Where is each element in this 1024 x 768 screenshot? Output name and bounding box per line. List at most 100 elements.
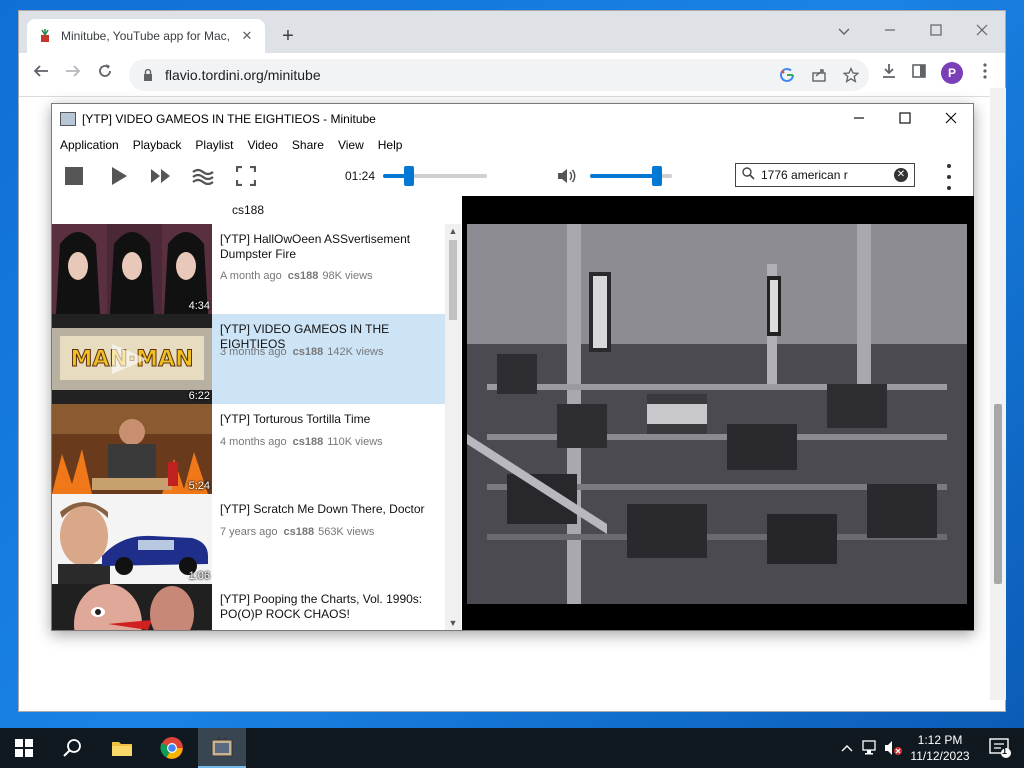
start-button[interactable] bbox=[0, 728, 48, 768]
menu-help[interactable]: Help bbox=[378, 134, 411, 156]
playlist-scrollbar-thumb[interactable] bbox=[449, 240, 457, 320]
menu-view[interactable]: View bbox=[338, 134, 372, 156]
seek-slider[interactable] bbox=[383, 166, 487, 186]
more-options-icon[interactable] bbox=[944, 164, 954, 190]
playlist-item[interactable]: [YTP] Pooping the Charts, Vol. 1990s: PO… bbox=[52, 584, 445, 630]
playlist-item[interactable]: 4:34 [YTP] HallOwOeen ASSvertisement Dum… bbox=[52, 224, 445, 314]
playlist-panel: cs188 4:34 [YTP] HallOwOeen ASSvertiseme… bbox=[52, 196, 462, 630]
clear-search-icon[interactable]: ✕ bbox=[894, 168, 908, 182]
menu-share[interactable]: Share bbox=[292, 134, 332, 156]
search-input[interactable]: 1776 american r bbox=[761, 168, 881, 182]
minitube-window: [YTP] VIDEO GAMEOS IN THE EIGHTIEOS - Mi… bbox=[51, 103, 974, 631]
seek-handle[interactable] bbox=[404, 166, 414, 186]
video-channel[interactable]: cs188 bbox=[283, 526, 314, 538]
share-icon[interactable] bbox=[809, 65, 829, 85]
clock-date: 11/12/2023 bbox=[910, 749, 970, 763]
show-hidden-icons-icon[interactable] bbox=[838, 728, 856, 768]
scroll-up-icon[interactable]: ▲ bbox=[445, 224, 461, 238]
video-meta: 7 years ago cs188 563K views bbox=[220, 526, 374, 538]
side-panel-icon[interactable] bbox=[905, 61, 933, 89]
video-channel[interactable]: cs188 bbox=[293, 436, 324, 448]
playlist-item-active[interactable]: MAN·MAN 6:22 [YTP] VIDEO GAMEOS IN THE E… bbox=[52, 314, 445, 404]
video-views: 563K views bbox=[318, 526, 375, 538]
minitube-maximize-button[interactable] bbox=[882, 106, 928, 132]
new-tab-button[interactable]: + bbox=[277, 25, 299, 47]
tab-close-icon[interactable]: ✕ bbox=[239, 28, 255, 44]
minimize-button[interactable] bbox=[867, 17, 913, 45]
elapsed-time: 01:24 bbox=[345, 169, 376, 183]
tab-strip: Minitube, YouTube app for Mac, Windows, … bbox=[19, 11, 1005, 53]
google-translate-icon[interactable] bbox=[777, 65, 797, 85]
chrome-menu-icon[interactable] bbox=[971, 61, 999, 89]
taskbar: 1:12 PM 11/12/2023 1 bbox=[0, 728, 1024, 768]
video-views: 98K views bbox=[322, 270, 373, 282]
browser-tab[interactable]: Minitube, YouTube app for Mac, Windows, … bbox=[27, 19, 265, 53]
taskbar-search-icon[interactable] bbox=[48, 728, 96, 768]
back-arrow-icon[interactable] bbox=[27, 61, 55, 89]
reload-icon[interactable] bbox=[91, 61, 119, 89]
playlist-item[interactable]: 5:24 [YTP] Torturous Tortilla Time 4 mon… bbox=[52, 404, 445, 494]
menu-application[interactable]: Application bbox=[60, 134, 127, 156]
notification-center-icon[interactable]: 1 bbox=[980, 728, 1020, 768]
menu-playlist[interactable]: Playlist bbox=[195, 134, 241, 156]
menu-playback[interactable]: Playback bbox=[133, 134, 190, 156]
video-channel[interactable]: cs188 bbox=[293, 346, 324, 358]
video-title: [YTP] Torturous Tortilla Time bbox=[220, 412, 371, 426]
forward-arrow-icon[interactable] bbox=[59, 61, 87, 89]
volume-slider[interactable] bbox=[590, 166, 672, 186]
video-meta: 3 months ago cs188 142K views bbox=[220, 346, 384, 358]
taskbar-clock[interactable]: 1:12 PM 11/12/2023 bbox=[900, 732, 980, 764]
minitube-close-button[interactable] bbox=[928, 106, 974, 132]
minitube-menubar: Application Playback Playlist Video Shar… bbox=[52, 134, 973, 156]
stop-icon[interactable] bbox=[61, 164, 87, 188]
network-icon[interactable] bbox=[860, 728, 882, 768]
tab-search-icon[interactable] bbox=[821, 17, 867, 45]
maximize-button[interactable] bbox=[913, 17, 959, 45]
playlist-scrollbar[interactable]: ▲ ▼ bbox=[445, 224, 461, 630]
page-scrollbar[interactable] bbox=[990, 88, 1006, 700]
skip-forward-icon[interactable] bbox=[148, 164, 174, 188]
video-thumbnail bbox=[52, 584, 212, 630]
play-icon[interactable] bbox=[106, 164, 132, 188]
video-title: [YTP] Scratch Me Down There, Doctor bbox=[220, 502, 425, 516]
video-meta: 4 months ago cs188 110K views bbox=[220, 436, 383, 448]
menu-video[interactable]: Video bbox=[247, 134, 285, 156]
minitube-toolbar: 01:24 1776 american r ✕ bbox=[52, 156, 973, 196]
video-thumbnail: 4:34 bbox=[52, 224, 212, 314]
video-duration: 6:22 bbox=[188, 390, 210, 402]
chrome-taskbar-icon[interactable] bbox=[148, 728, 196, 768]
definition-waves-icon[interactable] bbox=[190, 164, 216, 188]
lock-icon bbox=[141, 68, 155, 82]
minitube-favicon-icon bbox=[37, 28, 53, 44]
scroll-down-icon[interactable]: ▼ bbox=[445, 616, 461, 630]
volume-handle[interactable] bbox=[652, 166, 662, 186]
minitube-app-icon bbox=[60, 112, 76, 126]
minitube-taskbar-icon[interactable] bbox=[198, 728, 246, 768]
video-duration: 1:06 bbox=[188, 570, 210, 582]
video-thumbnail: 1:06 bbox=[52, 494, 212, 584]
playlist-item[interactable]: 1:06 [YTP] Scratch Me Down There, Doctor… bbox=[52, 494, 445, 584]
tab-title: Minitube, YouTube app for Mac, Windows, … bbox=[61, 29, 231, 43]
video-frame bbox=[467, 224, 967, 604]
address-bar[interactable]: flavio.tordini.org/minitube bbox=[129, 59, 869, 91]
close-button[interactable] bbox=[959, 17, 1005, 45]
download-icon[interactable] bbox=[875, 61, 903, 89]
page-scrollbar-thumb[interactable] bbox=[994, 404, 1002, 584]
video-views: 142K views bbox=[327, 346, 384, 358]
omnibox-actions bbox=[777, 65, 861, 85]
clock-time: 1:12 PM bbox=[917, 733, 963, 747]
fullscreen-icon[interactable] bbox=[233, 164, 259, 188]
video-channel[interactable]: cs188 bbox=[288, 270, 319, 282]
playlist-header: cs188 bbox=[231, 203, 265, 217]
file-explorer-icon[interactable] bbox=[98, 728, 146, 768]
bookmark-star-icon[interactable] bbox=[841, 65, 861, 85]
video-duration: 4:34 bbox=[188, 300, 210, 312]
volume-icon[interactable] bbox=[554, 164, 580, 188]
profile-avatar[interactable]: P bbox=[941, 62, 963, 84]
search-box[interactable]: 1776 american r ✕ bbox=[735, 163, 915, 187]
video-title: [YTP] Pooping the Charts, Vol. 1990s: PO… bbox=[220, 592, 423, 621]
video-meta: A month ago cs188 98K views bbox=[220, 270, 373, 282]
minitube-minimize-button[interactable] bbox=[836, 106, 882, 132]
video-player[interactable] bbox=[462, 196, 974, 630]
video-age: 3 months ago bbox=[220, 346, 287, 358]
